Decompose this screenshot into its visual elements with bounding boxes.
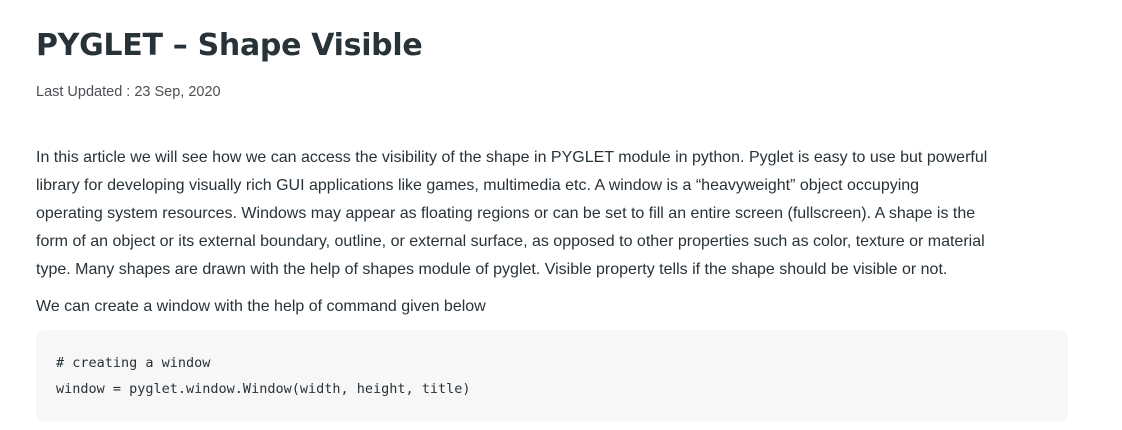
code-comment-line[interactable]: # creating a window [56,350,1048,376]
window-paragraph: We can create a window with the help of … [36,298,486,315]
intro-line: form of an object or its external bounda… [36,233,985,250]
intro-line: type. Many shapes are drawn with the hel… [36,261,948,278]
intro-line: operating system resources. Windows may … [36,205,976,222]
code-statement-line[interactable]: window = pyglet.window.Window(width, hei… [56,376,1048,402]
code-block[interactable]: # creating a window window = pyglet.wind… [36,330,1068,421]
intro-paragraph: In this article we will see how we can a… [36,144,1076,284]
article-title: PYGLET – Shape Visible [36,28,423,63]
intro-line: library for developing visually rich GUI… [36,177,920,194]
last-updated-date: Last Updated : 23 Sep, 2020 [36,84,221,100]
intro-line: In this article we will see how we can a… [36,149,988,166]
